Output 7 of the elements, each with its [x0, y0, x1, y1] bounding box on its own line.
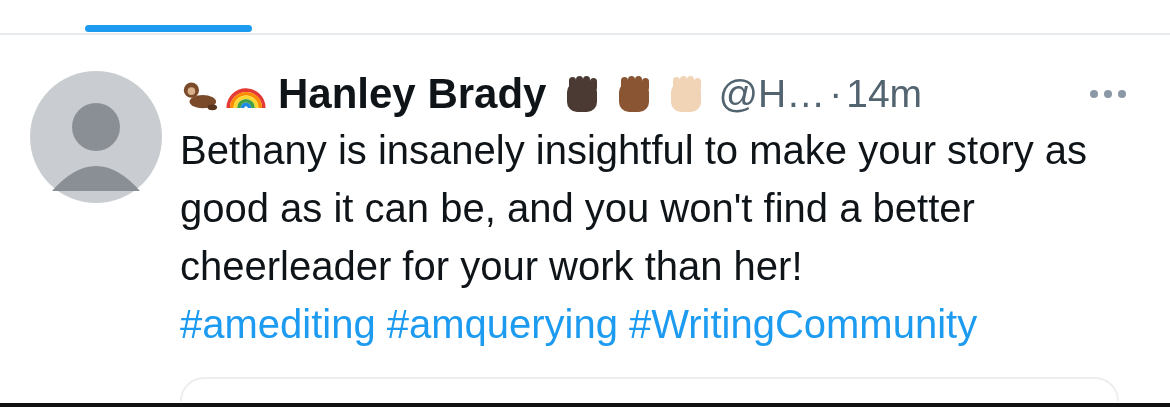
rainbow-icon [226, 88, 266, 110]
more-icon[interactable] [1088, 88, 1128, 100]
author-name[interactable]: Hanley Brady [278, 70, 547, 118]
author-handle[interactable]: @H… [718, 72, 826, 116]
tweet-text: Bethany is insanely insightful to make your story as good as it can be, and you won't find a better cheerleader for your work than her! [180, 127, 1089, 290]
separator: · [829, 72, 843, 116]
timestamp[interactable]: 14m [846, 72, 923, 116]
